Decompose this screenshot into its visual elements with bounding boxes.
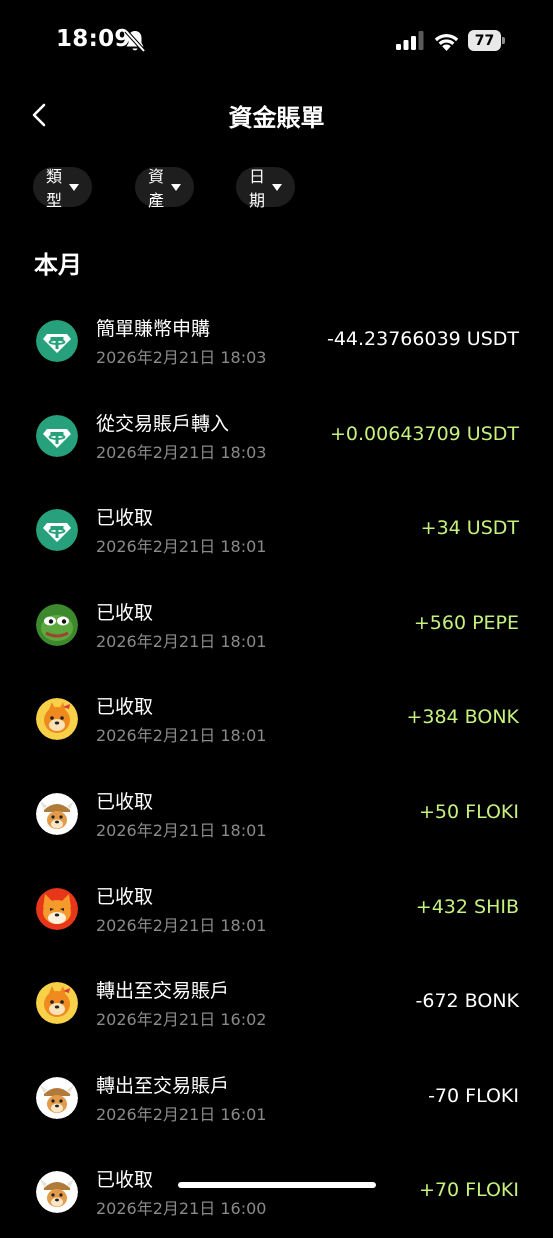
filter-date-label: 日期	[249, 167, 266, 210]
transaction-time: 2026年2月21日 18:01	[96, 915, 267, 935]
status-bar: 18:09 77	[0, 0, 553, 84]
page-title: 資金賬單	[228, 104, 325, 132]
transaction-title: 已收取	[96, 885, 154, 908]
transaction-row[interactable]: 轉出至交易賬戶 2026年2月21日 16:02 -672 BONK	[0, 954, 553, 1049]
bell-off-icon	[124, 29, 146, 53]
transaction-row[interactable]: 從交易賬戶轉入 2026年2月21日 18:03 +0.00643709 USDT	[0, 387, 553, 482]
caret-down-icon	[69, 183, 80, 191]
transaction-title: 已收取	[96, 696, 154, 719]
transaction-amount: +0.00643709 USDT	[330, 422, 519, 445]
nav-bar: 資金賬單	[0, 84, 553, 146]
transaction-amount: +432 SHIB	[415, 895, 519, 918]
transaction-amount: -70 FLOKI	[428, 1084, 519, 1107]
floki-icon	[36, 793, 78, 835]
transaction-time: 2026年2月21日 18:01	[96, 726, 267, 746]
transaction-time: 2026年2月21日 16:01	[96, 1104, 267, 1124]
usdt-icon	[36, 414, 78, 457]
bonk-icon	[36, 982, 78, 1025]
transaction-time: 2026年2月21日 18:01	[96, 631, 267, 651]
usdt-icon	[36, 320, 78, 362]
transaction-amount: +384 BONK	[406, 706, 519, 729]
transaction-title: 從交易賬戶轉入	[96, 412, 230, 435]
floki-icon	[36, 1171, 78, 1214]
transaction-row[interactable]: 已收取 2026年2月21日 18:01 +432 SHIB	[0, 860, 553, 955]
transaction-row[interactable]: 已收取 2026年2月21日 18:01 +34 USDT	[0, 481, 553, 576]
transaction-time: 2026年2月21日 18:01	[96, 821, 267, 840]
transaction-amount: +560 PEPE	[413, 611, 519, 634]
home-indicator	[178, 1182, 376, 1188]
transaction-title: 已收取	[96, 791, 154, 813]
shib-icon	[36, 887, 78, 930]
transaction-title: 已收取	[96, 601, 154, 624]
filter-date-chip[interactable]: 日期	[236, 167, 296, 210]
pepe-icon	[36, 603, 78, 646]
transaction-time: 2026年2月21日 18:03	[96, 442, 267, 462]
status-time: 18:09	[56, 26, 131, 52]
transaction-amount: -44.23766039 USDT	[326, 328, 519, 350]
transaction-title: 轉出至交易賬戶	[96, 980, 230, 1003]
transaction-row[interactable]: 簡單賺幣申購 2026年2月21日 18:03 -44.23766039 USDT	[0, 292, 553, 387]
transaction-amount: +34 USDT	[420, 517, 519, 540]
transaction-time: 2026年2月21日 18:03	[96, 348, 267, 367]
transaction-amount: -672 BONK	[415, 990, 520, 1013]
battery-level: 77	[468, 30, 501, 51]
usdt-icon	[36, 509, 78, 552]
transaction-title: 轉出至交易賬戶	[96, 1074, 230, 1097]
caret-down-icon	[171, 183, 182, 191]
caret-down-icon	[272, 183, 283, 191]
transaction-amount: +70 FLOKI	[419, 1179, 519, 1202]
filter-type-chip[interactable]: 類型	[33, 167, 93, 210]
transaction-time: 2026年2月21日 18:01	[96, 537, 267, 557]
wifi-icon	[434, 33, 459, 51]
transaction-row[interactable]: 已收取 2026年2月21日 18:01 +560 PEPE	[0, 576, 553, 671]
transaction-row[interactable]: 轉出至交易賬戶 2026年2月21日 16:01 -70 FLOKI	[0, 1049, 553, 1144]
battery-tip	[502, 37, 505, 44]
transaction-row[interactable]: 已收取 2026年2月21日 18:01 +384 BONK	[0, 670, 553, 765]
transaction-time: 2026年2月21日 16:02	[96, 1010, 267, 1030]
transaction-time: 2026年2月21日 16:00	[96, 1199, 267, 1219]
filter-asset-chip[interactable]: 資產	[135, 167, 195, 210]
signal-icon	[396, 31, 424, 50]
transaction-title: 簡單賺幣申購	[96, 318, 211, 340]
transaction-row[interactable]: 已收取 2026年2月21日 18:01 +50 FLOKI	[0, 765, 553, 860]
filter-asset-label: 資產	[148, 167, 165, 210]
transaction-title: 已收取	[96, 507, 154, 530]
battery-indicator: 77	[468, 30, 505, 51]
bonk-icon	[36, 698, 78, 741]
section-title: 本月	[34, 251, 82, 279]
transaction-row[interactable]: 已收取 2026年2月21日 16:00 +70 FLOKI	[0, 1143, 553, 1238]
filter-type-label: 類型	[46, 167, 63, 210]
transaction-title: 已收取	[96, 1169, 154, 1192]
floki-icon	[36, 1076, 78, 1119]
transaction-amount: +50 FLOKI	[419, 801, 519, 823]
